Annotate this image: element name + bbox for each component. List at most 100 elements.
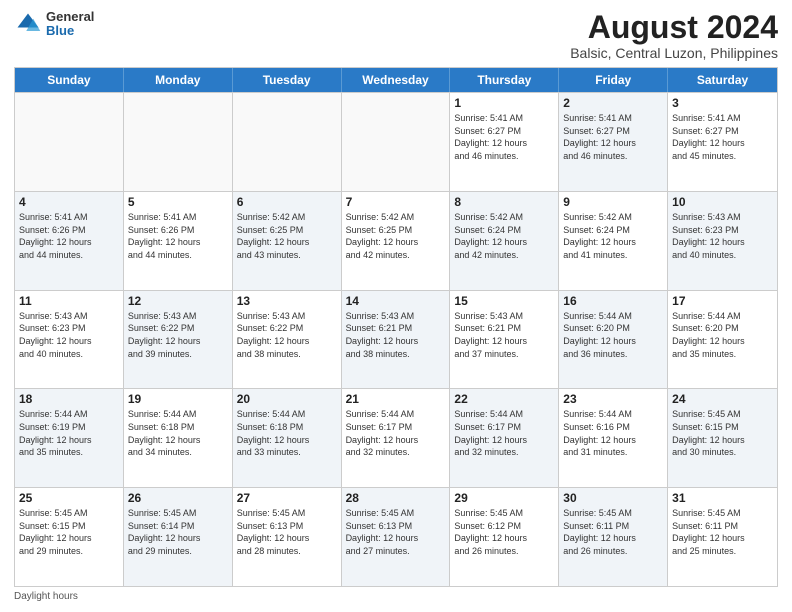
- day-info: Sunrise: 5:43 AM Sunset: 6:23 PM Dayligh…: [672, 211, 773, 261]
- main-title: August 2024: [570, 10, 778, 45]
- cal-cell-1-4: [342, 93, 451, 191]
- day-number: 14: [346, 294, 446, 308]
- cal-week-3: 11Sunrise: 5:43 AM Sunset: 6:23 PM Dayli…: [15, 290, 777, 389]
- cal-cell-5-1: 25 Sunrise: 5:45 AM Sunset: 6:15 PM Dayli…: [15, 488, 124, 586]
- cal-cell-3-4: 14 Sunrise: 5:43 AM Sunset: 6:21 PM Dayli…: [342, 291, 451, 389]
- cal-cell-4-5: 22 Sunrise: 5:44 AM Sunset: 6:17 PM Dayli…: [450, 389, 559, 487]
- footer-note: Daylight hours: [14, 591, 778, 602]
- cal-header-monday: Monday: [124, 68, 233, 92]
- logo-blue-label: Blue: [46, 24, 94, 38]
- day-number: 3: [672, 96, 773, 110]
- day-number: 28: [346, 491, 446, 505]
- logo: General Blue: [14, 10, 94, 39]
- calendar: SundayMondayTuesdayWednesdayThursdayFrid…: [14, 67, 778, 587]
- day-number: 29: [454, 491, 554, 505]
- cal-cell-3-6: 16 Sunrise: 5:44 AM Sunset: 6:20 PM Dayli…: [559, 291, 668, 389]
- day-number: 18: [19, 392, 119, 406]
- day-info: Sunrise: 5:42 AM Sunset: 6:25 PM Dayligh…: [346, 211, 446, 261]
- day-number: 4: [19, 195, 119, 209]
- cal-header-wednesday: Wednesday: [342, 68, 451, 92]
- title-block: August 2024 Balsic, Central Luzon, Phili…: [570, 10, 778, 61]
- day-info: Sunrise: 5:45 AM Sunset: 6:12 PM Dayligh…: [454, 507, 554, 557]
- cal-cell-3-5: 15 Sunrise: 5:43 AM Sunset: 6:21 PM Dayli…: [450, 291, 559, 389]
- day-info: Sunrise: 5:44 AM Sunset: 6:17 PM Dayligh…: [346, 408, 446, 458]
- cal-cell-5-3: 27 Sunrise: 5:45 AM Sunset: 6:13 PM Dayli…: [233, 488, 342, 586]
- day-number: 25: [19, 491, 119, 505]
- cal-cell-3-1: 11Sunrise: 5:43 AM Sunset: 6:23 PM Dayli…: [15, 291, 124, 389]
- day-info: Sunrise: 5:43 AM Sunset: 6:21 PM Dayligh…: [454, 310, 554, 360]
- cal-cell-1-5: 1 Sunrise: 5:41 AM Sunset: 6:27 PM Daylig…: [450, 93, 559, 191]
- page: General Blue August 2024 Balsic, Central…: [0, 0, 792, 612]
- cal-cell-2-1: 4 Sunrise: 5:41 AM Sunset: 6:26 PM Daylig…: [15, 192, 124, 290]
- day-number: 19: [128, 392, 228, 406]
- calendar-header: SundayMondayTuesdayWednesdayThursdayFrid…: [15, 68, 777, 92]
- day-number: 11: [19, 294, 119, 308]
- day-number: 5: [128, 195, 228, 209]
- day-number: 24: [672, 392, 773, 406]
- day-info: Sunrise: 5:43 AM Sunset: 6:22 PM Dayligh…: [237, 310, 337, 360]
- cal-week-4: 18 Sunrise: 5:44 AM Sunset: 6:19 PM Dayli…: [15, 388, 777, 487]
- cal-cell-1-7: 3 Sunrise: 5:41 AM Sunset: 6:27 PM Daylig…: [668, 93, 777, 191]
- cal-cell-3-2: 12 Sunrise: 5:43 AM Sunset: 6:22 PM Dayli…: [124, 291, 233, 389]
- cal-header-thursday: Thursday: [450, 68, 559, 92]
- cal-cell-2-2: 5 Sunrise: 5:41 AM Sunset: 6:26 PM Daylig…: [124, 192, 233, 290]
- day-number: 17: [672, 294, 773, 308]
- day-info: Sunrise: 5:43 AM Sunset: 6:21 PM Dayligh…: [346, 310, 446, 360]
- day-number: 16: [563, 294, 663, 308]
- logo-text: General Blue: [46, 10, 94, 39]
- day-info: Sunrise: 5:44 AM Sunset: 6:16 PM Dayligh…: [563, 408, 663, 458]
- cal-cell-2-5: 8 Sunrise: 5:42 AM Sunset: 6:24 PM Daylig…: [450, 192, 559, 290]
- day-info: Sunrise: 5:41 AM Sunset: 6:26 PM Dayligh…: [128, 211, 228, 261]
- cal-cell-2-6: 9Sunrise: 5:42 AM Sunset: 6:24 PM Daylig…: [559, 192, 668, 290]
- day-number: 20: [237, 392, 337, 406]
- cal-cell-5-7: 31Sunrise: 5:45 AM Sunset: 6:11 PM Dayli…: [668, 488, 777, 586]
- day-number: 15: [454, 294, 554, 308]
- cal-header-saturday: Saturday: [668, 68, 777, 92]
- cal-cell-5-5: 29 Sunrise: 5:45 AM Sunset: 6:12 PM Dayli…: [450, 488, 559, 586]
- cal-cell-1-2: [124, 93, 233, 191]
- cal-cell-4-6: 23 Sunrise: 5:44 AM Sunset: 6:16 PM Dayli…: [559, 389, 668, 487]
- day-number: 12: [128, 294, 228, 308]
- day-info: Sunrise: 5:45 AM Sunset: 6:15 PM Dayligh…: [19, 507, 119, 557]
- cal-cell-1-6: 2Sunrise: 5:41 AM Sunset: 6:27 PM Daylig…: [559, 93, 668, 191]
- day-info: Sunrise: 5:45 AM Sunset: 6:13 PM Dayligh…: [346, 507, 446, 557]
- cal-header-sunday: Sunday: [15, 68, 124, 92]
- day-number: 2: [563, 96, 663, 110]
- cal-cell-4-7: 24 Sunrise: 5:45 AM Sunset: 6:15 PM Dayli…: [668, 389, 777, 487]
- day-info: Sunrise: 5:42 AM Sunset: 6:25 PM Dayligh…: [237, 211, 337, 261]
- day-number: 1: [454, 96, 554, 110]
- day-info: Sunrise: 5:41 AM Sunset: 6:27 PM Dayligh…: [672, 112, 773, 162]
- cal-week-5: 25 Sunrise: 5:45 AM Sunset: 6:15 PM Dayli…: [15, 487, 777, 586]
- day-info: Sunrise: 5:45 AM Sunset: 6:13 PM Dayligh…: [237, 507, 337, 557]
- day-info: Sunrise: 5:45 AM Sunset: 6:11 PM Dayligh…: [672, 507, 773, 557]
- day-info: Sunrise: 5:44 AM Sunset: 6:20 PM Dayligh…: [563, 310, 663, 360]
- day-info: Sunrise: 5:45 AM Sunset: 6:14 PM Dayligh…: [128, 507, 228, 557]
- day-number: 6: [237, 195, 337, 209]
- subtitle: Balsic, Central Luzon, Philippines: [570, 45, 778, 61]
- cal-cell-5-4: 28 Sunrise: 5:45 AM Sunset: 6:13 PM Dayli…: [342, 488, 451, 586]
- day-info: Sunrise: 5:45 AM Sunset: 6:11 PM Dayligh…: [563, 507, 663, 557]
- day-info: Sunrise: 5:41 AM Sunset: 6:26 PM Dayligh…: [19, 211, 119, 261]
- day-info: Sunrise: 5:44 AM Sunset: 6:18 PM Dayligh…: [128, 408, 228, 458]
- day-number: 27: [237, 491, 337, 505]
- cal-cell-4-3: 20Sunrise: 5:44 AM Sunset: 6:18 PM Dayli…: [233, 389, 342, 487]
- day-info: Sunrise: 5:42 AM Sunset: 6:24 PM Dayligh…: [454, 211, 554, 261]
- cal-cell-3-3: 13Sunrise: 5:43 AM Sunset: 6:22 PM Dayli…: [233, 291, 342, 389]
- cal-cell-5-2: 26 Sunrise: 5:45 AM Sunset: 6:14 PM Dayli…: [124, 488, 233, 586]
- cal-cell-3-7: 17Sunrise: 5:44 AM Sunset: 6:20 PM Dayli…: [668, 291, 777, 389]
- day-number: 30: [563, 491, 663, 505]
- day-number: 8: [454, 195, 554, 209]
- day-info: Sunrise: 5:45 AM Sunset: 6:15 PM Dayligh…: [672, 408, 773, 458]
- day-number: 26: [128, 491, 228, 505]
- day-info: Sunrise: 5:44 AM Sunset: 6:17 PM Dayligh…: [454, 408, 554, 458]
- day-number: 10: [672, 195, 773, 209]
- day-info: Sunrise: 5:43 AM Sunset: 6:22 PM Dayligh…: [128, 310, 228, 360]
- day-info: Sunrise: 5:42 AM Sunset: 6:24 PM Dayligh…: [563, 211, 663, 261]
- cal-cell-1-1: [15, 93, 124, 191]
- cal-cell-2-7: 10 Sunrise: 5:43 AM Sunset: 6:23 PM Dayli…: [668, 192, 777, 290]
- day-number: 23: [563, 392, 663, 406]
- day-number: 22: [454, 392, 554, 406]
- day-info: Sunrise: 5:41 AM Sunset: 6:27 PM Dayligh…: [454, 112, 554, 162]
- day-info: Sunrise: 5:44 AM Sunset: 6:19 PM Dayligh…: [19, 408, 119, 458]
- day-number: 21: [346, 392, 446, 406]
